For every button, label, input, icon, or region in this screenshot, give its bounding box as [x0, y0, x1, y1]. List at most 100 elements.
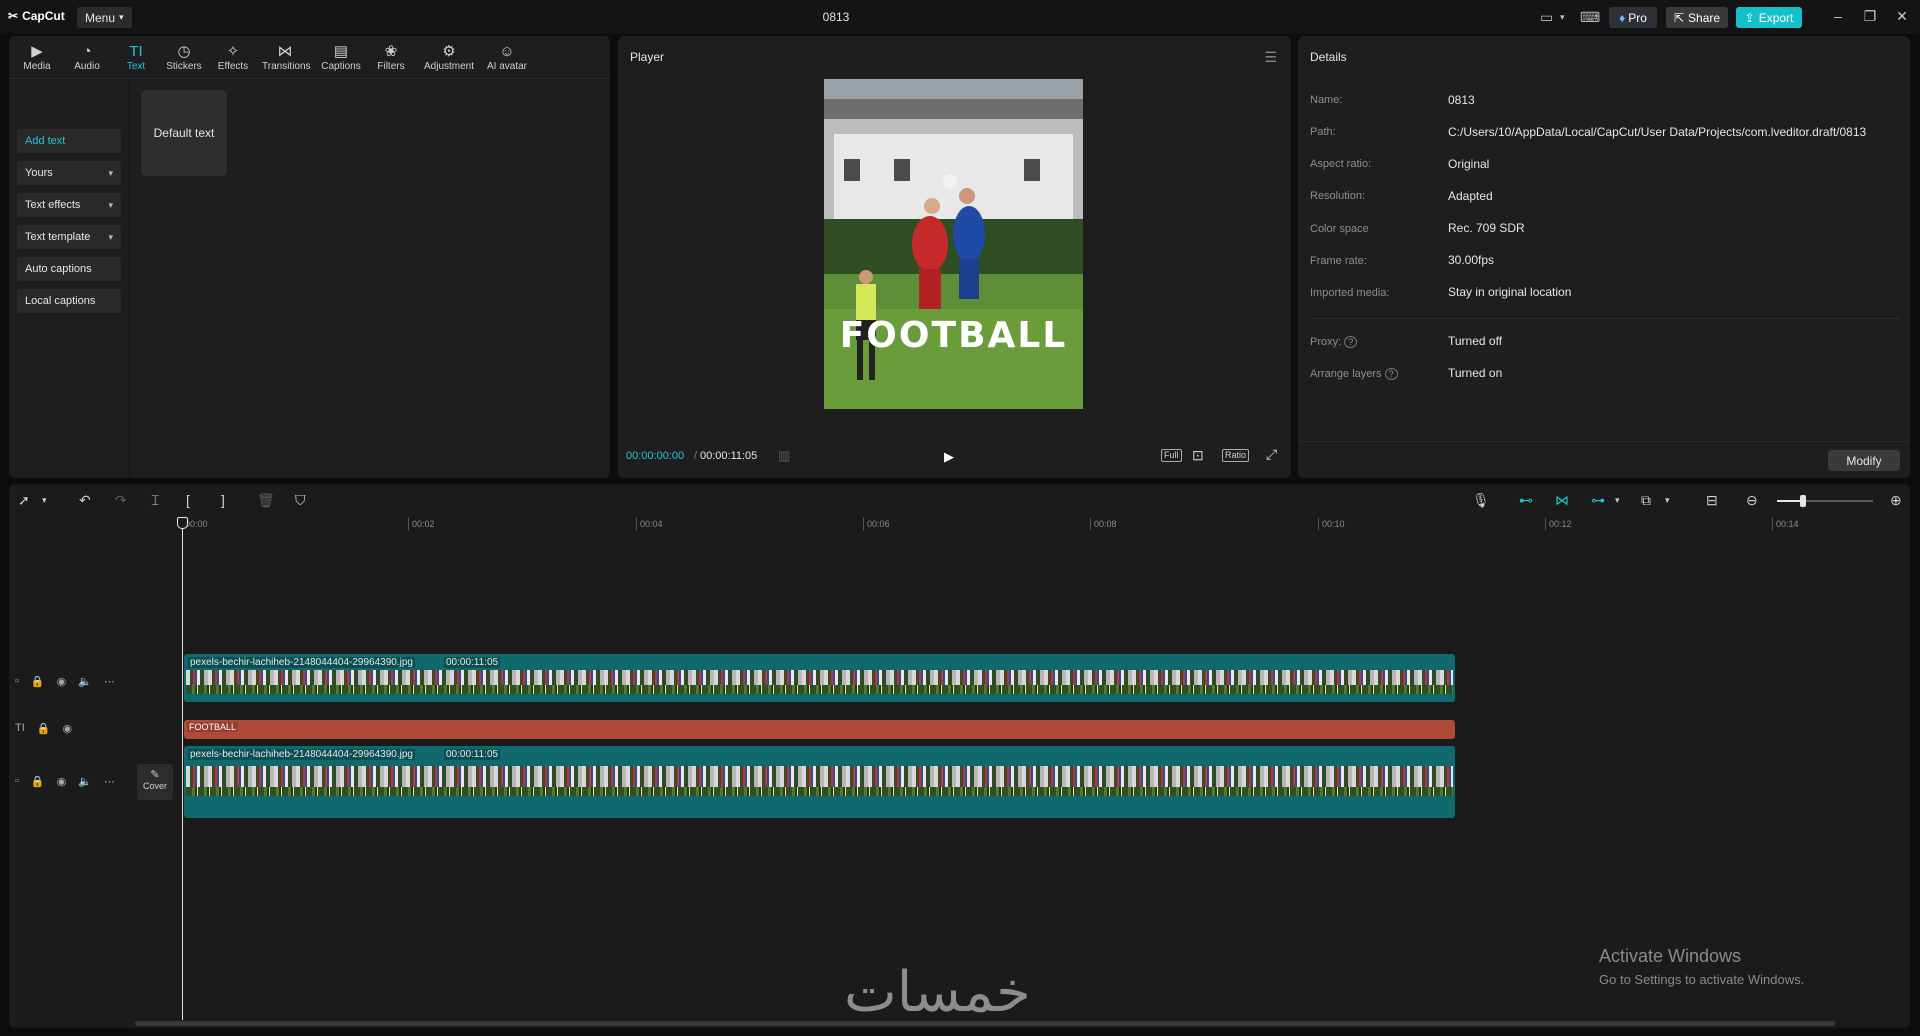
volume-icon[interactable]: 🔈 — [78, 675, 92, 688]
video-overlay-text: FOOTBALL — [839, 315, 1068, 356]
playhead-handle[interactable] — [177, 517, 188, 529]
sidebar-item-label: Text effects — [25, 199, 81, 211]
select-chevron-icon[interactable]: ▾ — [42, 495, 47, 506]
preview-chevron-icon[interactable]: ▾ — [1665, 495, 1670, 506]
main-track-magnet-icon[interactable]: ⊷ — [1519, 492, 1533, 509]
split-left-icon[interactable]: [ — [186, 492, 190, 508]
main-video-clip[interactable]: pexels-bechir-lachiheb-2148044404-299643… — [184, 746, 1455, 818]
lock-icon[interactable]: 🔒 — [37, 722, 51, 735]
more-icon[interactable]: ⋯ — [104, 775, 115, 788]
filters-icon: ❀ — [384, 43, 398, 60]
waveform-icon[interactable]: ▥ — [778, 448, 790, 464]
tab-ai-avatar[interactable]: ☺ AI avatar — [482, 43, 532, 72]
share-button[interactable]: ⇱ Share — [1666, 7, 1728, 28]
lock-icon[interactable]: 🔒 — [31, 675, 45, 688]
layout-icon[interactable]: ▭ — [1540, 9, 1553, 26]
zoom-slider-handle[interactable] — [1800, 495, 1806, 507]
text-clip[interactable]: FOOTBALL — [184, 720, 1455, 739]
auto-snapping-icon[interactable]: ⋈ — [1555, 492, 1569, 509]
sidebar-item-text-template[interactable]: Text template ▾ — [17, 225, 121, 249]
detail-value-name: 0813 — [1448, 93, 1475, 107]
total-timecode: 00:00:11:05 — [700, 450, 758, 462]
adjustment-icon: ⚙ — [442, 43, 456, 60]
detail-label-aspect-ratio: Aspect ratio: — [1310, 158, 1372, 170]
overlay-video-clip[interactable]: pexels-bechir-lachiheb-2148044404-299643… — [184, 654, 1455, 702]
time-ruler[interactable]: 00:00 00:02 00:04 00:06 00:08 00:10 00:1… — [181, 518, 1910, 532]
tab-effects[interactable]: ✧ Effects — [210, 43, 256, 72]
sidebar-item-yours[interactable]: Yours ▾ — [17, 161, 121, 185]
redo-icon[interactable]: ↷ — [115, 492, 127, 509]
pro-button[interactable]: ♦ Pro — [1609, 7, 1657, 28]
sidebar-item-add-text[interactable]: Add text — [17, 129, 121, 153]
shortcut-icon[interactable]: ⌨ — [1580, 9, 1600, 26]
eye-icon[interactable]: ◉ — [57, 675, 67, 688]
tab-audio[interactable]: ◔ Audio — [64, 43, 110, 72]
activate-windows-title: Activate Windows — [1599, 946, 1742, 966]
tab-media[interactable]: ▶ Media — [14, 43, 60, 72]
screenshot-icon[interactable]: ⊡ — [1192, 447, 1204, 464]
eye-icon[interactable]: ◉ — [57, 775, 67, 788]
export-button[interactable]: ⇪ Export — [1736, 7, 1802, 28]
linkage-icon[interactable]: ⊶ — [1591, 492, 1605, 509]
tab-adjustment[interactable]: ⚙ Adjustment — [419, 43, 479, 72]
track-thumbnail-icon[interactable]: ▫ — [15, 675, 19, 688]
zoom-in-icon[interactable]: ⊕ — [1890, 492, 1902, 509]
tab-filters[interactable]: ❀ Filters — [368, 43, 414, 72]
tab-captions[interactable]: ▤ Captions — [318, 43, 364, 72]
clip-name: pexels-bechir-lachiheb-2148044404-299643… — [188, 657, 415, 668]
minimize-icon[interactable]: – — [1828, 8, 1848, 24]
eye-icon[interactable]: ◉ — [62, 722, 72, 735]
tab-label: Transitions — [262, 61, 311, 72]
detail-value-color-space: Rec. 709 SDR — [1448, 221, 1525, 235]
tab-stickers[interactable]: ◷ Stickers — [161, 43, 207, 72]
close-icon[interactable]: ✕ — [1892, 8, 1912, 25]
linkage-chevron-icon[interactable]: ▾ — [1615, 495, 1620, 506]
full-button[interactable]: Full — [1161, 449, 1182, 462]
current-timecode: 00:00:00:00 — [626, 450, 685, 462]
delete-icon[interactable]: 🗑 — [257, 492, 275, 509]
modify-button[interactable]: Modify — [1828, 450, 1900, 471]
microphone-icon[interactable]: 🎙 — [1472, 492, 1490, 509]
ratio-button[interactable]: Ratio — [1222, 449, 1250, 462]
tab-transitions[interactable]: ⋈ Transitions — [262, 43, 311, 72]
detail-value-aspect-ratio: Original — [1448, 157, 1490, 171]
zoom-out-icon[interactable]: ⊖ — [1746, 492, 1758, 509]
pro-label: Pro — [1628, 10, 1647, 25]
play-icon[interactable]: ▶ — [944, 449, 954, 465]
select-tool-icon[interactable]: ➚ — [18, 492, 30, 509]
info-icon[interactable]: ? — [1344, 336, 1358, 348]
sidebar-item-local-captions[interactable]: Local captions — [17, 289, 121, 313]
preview-axis-icon[interactable]: ⧉ — [1641, 492, 1651, 509]
zoom-slider-track[interactable] — [1777, 500, 1873, 502]
detail-label-path: Path: — [1310, 126, 1336, 138]
arrange-layers-label-text: Arrange layers — [1310, 368, 1382, 380]
sidebar-item-text-effects[interactable]: Text effects ▾ — [17, 193, 121, 217]
clip-duration: 00:00:11:05 — [444, 749, 501, 760]
fit-timeline-icon[interactable]: ⊟ — [1706, 492, 1718, 509]
playhead[interactable] — [182, 518, 183, 1020]
sidebar-item-label: Text template — [25, 231, 91, 243]
player-menu-icon[interactable]: ☰ — [1264, 49, 1277, 66]
layout-chevron-icon[interactable]: ▾ — [1560, 12, 1565, 23]
video-frame-image — [824, 79, 1083, 409]
split-right-icon[interactable]: ] — [221, 492, 225, 508]
default-text-card[interactable]: Default text — [141, 90, 227, 176]
menu-button[interactable]: Menu ▾ — [77, 7, 132, 28]
volume-icon[interactable]: 🔈 — [78, 775, 92, 788]
fullscreen-icon[interactable]: ⤢ — [1266, 446, 1277, 463]
sidebar-item-auto-captions[interactable]: Auto captions — [17, 257, 121, 281]
shield-icon[interactable]: ⛉ — [295, 492, 306, 509]
more-icon[interactable]: ⋯ — [104, 675, 115, 688]
lock-icon[interactable]: 🔒 — [31, 775, 45, 788]
tab-label: Text — [126, 61, 146, 72]
video-preview[interactable]: FOOTBALL — [824, 79, 1083, 409]
track-thumbnail-icon[interactable]: ▫ — [15, 775, 19, 788]
undo-icon[interactable]: ↶ — [79, 492, 91, 509]
restore-icon[interactable]: ❐ — [1860, 8, 1880, 25]
info-icon[interactable]: ? — [1384, 368, 1398, 380]
cover-button[interactable]: ✎ Cover — [137, 764, 173, 800]
split-icon[interactable]: ⌶ — [151, 492, 159, 509]
clip-duration: 00:00:11:05 — [444, 657, 501, 668]
cover-label: Cover — [142, 781, 167, 791]
tab-text[interactable]: TI Text — [113, 43, 159, 72]
